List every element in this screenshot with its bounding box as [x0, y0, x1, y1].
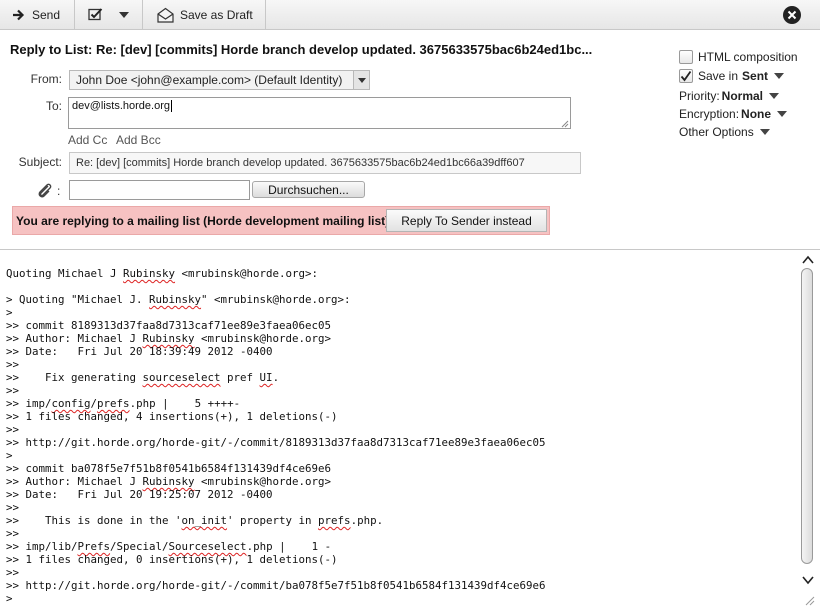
- file-input[interactable]: [69, 180, 250, 200]
- save-draft-label: Save as Draft: [180, 7, 253, 22]
- save-in-value[interactable]: Sent: [742, 69, 768, 83]
- body-line: >>: [6, 501, 20, 514]
- resize-handle-icon[interactable]: [561, 119, 569, 128]
- misspelled-word[interactable]: prefs: [97, 397, 130, 410]
- misspelled-word[interactable]: Rubinsky: [143, 332, 195, 345]
- checkmark-icon: [680, 70, 692, 82]
- misspelled-word[interactable]: sourceselect: [143, 371, 221, 384]
- encryption-value[interactable]: None: [741, 107, 771, 121]
- add-cc-link[interactable]: Add Cc: [68, 133, 107, 147]
- save-draft-button[interactable]: Save as Draft: [144, 0, 266, 29]
- message-body-text: Quoting Michael J Rubinsky <mrubinsk@hor…: [6, 267, 546, 605]
- attachment-label: :: [57, 184, 61, 198]
- chevron-down-icon[interactable]: [769, 93, 780, 99]
- chevron-down-icon[interactable]: [759, 129, 770, 135]
- from-select[interactable]: John Doe <john@example.com> (Default Ide…: [69, 70, 370, 90]
- message-body[interactable]: Quoting Michael J Rubinsky <mrubinsk@hor…: [0, 250, 800, 610]
- body-line: >> imp/lib/Prefs/Special/Sourceselect.ph…: [6, 540, 332, 553]
- subject-label: Subject:: [18, 155, 62, 169]
- body-line: >: [6, 449, 13, 462]
- body-line: >> imp/config/prefs.php | 5 ++++-: [6, 397, 241, 410]
- close-icon[interactable]: [783, 6, 801, 24]
- body-line: >> 1 files changed, 0 insertions(+), 1 d…: [6, 553, 338, 566]
- html-composition-label: HTML composition: [698, 50, 798, 64]
- misspelled-word[interactable]: UI: [260, 371, 273, 384]
- chevron-down-icon[interactable]: [119, 11, 129, 18]
- save-in-option[interactable]: Save in Sent: [679, 69, 785, 83]
- body-line: >>: [6, 423, 20, 436]
- body-line: >>: [6, 527, 20, 540]
- body-line: >>: [6, 384, 20, 397]
- misspelled-word[interactable]: config: [52, 397, 91, 410]
- paperclip-icon: [36, 182, 54, 203]
- chevron-down-icon[interactable]: [777, 111, 788, 117]
- scroll-up-icon[interactable]: [802, 254, 814, 268]
- body-line: >> Author: Michael J Rubinsky <mrubinsk@…: [6, 332, 332, 345]
- body-line: >: [6, 306, 13, 319]
- body-line: >>: [6, 566, 20, 579]
- body-line: > Quoting "Michael J. Rubinsky" <mrubins…: [6, 293, 351, 306]
- misspelled-word[interactable]: prefs: [318, 514, 351, 527]
- priority-option[interactable]: Priority: Normal: [679, 89, 780, 103]
- scroll-down-icon[interactable]: [802, 574, 814, 588]
- resize-grip-icon[interactable]: [803, 594, 815, 609]
- toolbar: Send Save as Draft: [0, 0, 820, 30]
- send-label: Send: [32, 7, 61, 22]
- body-line: >> This is done in the 'on_init' propert…: [6, 514, 384, 527]
- misspelled-word[interactable]: Rubinsky: [149, 293, 201, 306]
- save-in-checkbox[interactable]: [679, 69, 693, 83]
- spellcheck-button[interactable]: [76, 0, 143, 29]
- chevron-down-icon[interactable]: [353, 71, 369, 89]
- html-composition-option[interactable]: HTML composition: [679, 50, 798, 64]
- body-line: >> commit 8189313d37faa8d7313caf71ee89e3…: [6, 319, 332, 332]
- body-line: >> Date: Fri Jul 20 18:39:49 2012 -0400: [6, 345, 273, 358]
- to-field[interactable]: dev@lists.horde.org: [68, 97, 571, 129]
- body-line: >> 1 files changed, 4 insertions(+), 1 d…: [6, 410, 338, 423]
- body-line: Quoting Michael J Rubinsky <mrubinsk@hor…: [6, 267, 319, 280]
- envelope-icon: [157, 7, 174, 23]
- browse-button[interactable]: Durchsuchen...: [252, 181, 365, 198]
- to-label: To:: [45, 99, 62, 113]
- to-value: dev@lists.horde.org: [72, 100, 170, 112]
- arrow-right-icon: [12, 9, 26, 21]
- save-in-label: Save in: [698, 69, 739, 83]
- scrollbar[interactable]: [800, 252, 816, 592]
- body-line: >> Date: Fri Jul 20 19:25:07 2012 -0400: [6, 488, 273, 501]
- body-line: [6, 280, 546, 293]
- mailing-list-notice-text: You are replying to a mailing list (Hord…: [16, 214, 393, 228]
- chevron-down-icon[interactable]: [774, 73, 785, 79]
- encryption-option[interactable]: Encryption: None: [679, 107, 788, 121]
- misspelled-word[interactable]: Sourceselect: [169, 540, 247, 553]
- misspelled-word[interactable]: Rubinsky: [123, 267, 175, 280]
- from-label: From:: [30, 72, 62, 86]
- reply-to-sender-button[interactable]: Reply To Sender instead: [386, 209, 547, 232]
- subject-field[interactable]: Re: [dev] [commits] Horde branch develop…: [69, 152, 581, 174]
- encryption-label: Encryption:: [679, 107, 740, 121]
- body-line: >: [6, 592, 13, 605]
- html-composition-checkbox[interactable]: [679, 50, 693, 64]
- spellcheck-icon: [88, 8, 103, 21]
- add-bcc-link[interactable]: Add Bcc: [116, 133, 161, 147]
- body-line: >> Fix generating sourceselect pref UI.: [6, 371, 280, 384]
- body-line: >> commit ba078f5e7f51b8f0541b6584f13143…: [6, 462, 332, 475]
- misspelled-word[interactable]: Prefs: [78, 540, 111, 553]
- body-line: >> http://git.horde.org/horde-git/-/comm…: [6, 579, 546, 592]
- page-title: Reply to List: Re: [dev] [commits] Horde…: [10, 42, 593, 57]
- send-button[interactable]: Send: [0, 0, 75, 29]
- misspelled-word[interactable]: on_init: [182, 514, 228, 527]
- body-line: >>: [6, 358, 20, 371]
- priority-value[interactable]: Normal: [722, 89, 763, 103]
- text-cursor: [171, 100, 172, 112]
- body-line: >> http://git.horde.org/horde-git/-/comm…: [6, 436, 546, 449]
- mailing-list-notice: You are replying to a mailing list (Hord…: [12, 206, 550, 235]
- priority-label: Priority:: [679, 89, 720, 103]
- body-line: >> Author: Michael J Rubinsky <mrubinsk@…: [6, 475, 332, 488]
- from-value: John Doe <john@example.com> (Default Ide…: [76, 73, 343, 87]
- scrollbar-thumb[interactable]: [801, 268, 813, 564]
- other-options-label: Other Options: [679, 125, 754, 139]
- other-options-link[interactable]: Other Options: [679, 125, 770, 139]
- misspelled-word[interactable]: Rubinsky: [143, 475, 195, 488]
